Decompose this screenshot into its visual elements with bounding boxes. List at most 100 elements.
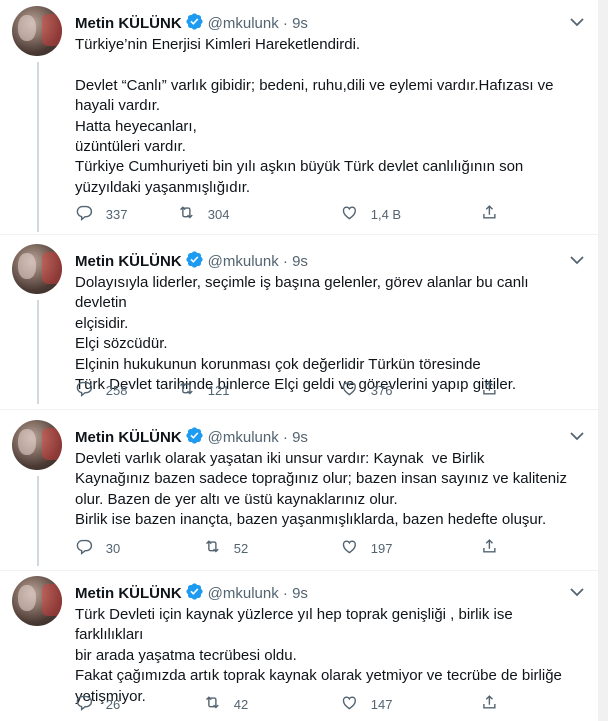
- tweet-text-line: olur. Bazen de yer altı ve üstü kaynakla…: [75, 490, 398, 508]
- share-icon: [480, 203, 499, 225]
- tweet-text-line: Türkiye’nin Enerjisi Kimleri Hareketlend…: [75, 36, 361, 53]
- tweet-actions: 30 52 197: [75, 538, 505, 558]
- retweet-button[interactable]: 42: [203, 694, 248, 714]
- reply-count: 30: [105, 540, 121, 556]
- like-button[interactable]: 376: [340, 380, 392, 400]
- tweet-text: Türk Devleti için kaynak yüzlerce yıl he…: [75, 605, 580, 707]
- tweet-text-line: Dolayısıyla liderler, seçimle iş başına …: [75, 274, 533, 312]
- tweet-divider: [0, 570, 598, 571]
- author-name[interactable]: Metin KÜLÜNK: [75, 15, 182, 32]
- tweet[interactable]: Metin KÜLÜNK @mkulunk · 9s Türkiye’nin En…: [0, 6, 598, 232]
- heart-icon: [340, 379, 359, 401]
- reply-count: 258: [105, 382, 128, 398]
- more-options-icon[interactable]: [566, 426, 588, 446]
- retweet-count: 52: [233, 540, 249, 556]
- author-handle[interactable]: @mkulunk: [208, 253, 279, 270]
- tweet-text-line: Hatta heyecanları,: [75, 117, 197, 135]
- tweet-text: Devleti varlık olarak yaşatan iki unsur …: [75, 449, 580, 531]
- author-handle[interactable]: @mkulunk: [208, 429, 279, 446]
- reply-icon: [75, 693, 94, 715]
- like-count: 1,4 B: [370, 206, 402, 222]
- retweet-icon: [177, 379, 196, 401]
- heart-icon: [340, 537, 359, 559]
- reply-button[interactable]: 337: [75, 204, 127, 224]
- thread-connector: [37, 300, 39, 404]
- retweet-icon: [177, 203, 196, 225]
- verified-badge-icon: [185, 250, 204, 275]
- avatar[interactable]: [12, 576, 62, 626]
- reply-button[interactable]: 26: [75, 694, 120, 714]
- author-handle[interactable]: @mkulunk: [208, 585, 279, 602]
- tweet[interactable]: Metin KÜLÜNK @mkulunk · 9s Devleti varlık…: [0, 420, 598, 566]
- thread-connector: [37, 476, 39, 566]
- reply-button[interactable]: 30: [75, 538, 120, 558]
- tweet-header: Metin KÜLÜNK @mkulunk · 9s: [75, 426, 308, 451]
- avatar[interactable]: [12, 244, 62, 294]
- share-icon: [480, 379, 499, 401]
- tweet-divider: [0, 234, 598, 235]
- tweet-text-line: Elçinin hukukunun korunması çok değerlid…: [75, 355, 481, 373]
- avatar[interactable]: [12, 420, 62, 470]
- tweet-text-line: [75, 55, 580, 75]
- retweet-button[interactable]: 52: [203, 538, 248, 558]
- verified-badge-icon: [185, 426, 204, 451]
- tweet-text-line: elçisidir.: [75, 314, 129, 332]
- tweet-text-line: üzüntüleri vardır.: [75, 138, 186, 156]
- more-options-icon[interactable]: [566, 250, 588, 270]
- retweet-count: 121: [207, 382, 230, 398]
- retweet-button[interactable]: 121: [177, 380, 229, 400]
- more-options-icon[interactable]: [566, 12, 588, 32]
- like-button[interactable]: 1,4 B: [340, 204, 401, 224]
- like-button[interactable]: 197: [340, 538, 392, 558]
- tweet-thread: Metin KÜLÜNK @mkulunk · 9s Türkiye’nin En…: [0, 0, 608, 721]
- tweet-divider: [0, 409, 598, 410]
- author-name[interactable]: Metin KÜLÜNK: [75, 585, 182, 602]
- share-button[interactable]: [480, 538, 499, 558]
- more-options-icon[interactable]: [566, 582, 588, 602]
- retweet-count: 42: [233, 696, 249, 712]
- like-button[interactable]: 147: [340, 694, 392, 714]
- share-button[interactable]: [480, 694, 499, 714]
- share-icon: [480, 693, 499, 715]
- tweet-text-line: Fakat çağımızda artık toprak kaynak olar…: [75, 667, 562, 685]
- reply-count: 26: [105, 696, 121, 712]
- tweet-timestamp[interactable]: 9s: [292, 253, 308, 270]
- tweet-text-line: Birlik ise bazen inançta, bazen yaşanmış…: [75, 511, 547, 529]
- share-button[interactable]: [480, 380, 499, 400]
- tweet-text-line: Türk Devleti için kaynak yüzlerce yıl he…: [75, 606, 517, 644]
- reply-icon: [75, 537, 94, 559]
- tweet-text-line: yüzyıldaki yaşanmışlığıdır.: [75, 178, 251, 196]
- tweet-timestamp[interactable]: 9s: [292, 429, 308, 446]
- tweet[interactable]: Metin KÜLÜNK @mkulunk · 9s Dolayısıyla li…: [0, 244, 598, 404]
- heart-icon: [340, 203, 359, 225]
- verified-badge-icon: [185, 582, 204, 607]
- author-name[interactable]: Metin KÜLÜNK: [75, 253, 182, 270]
- tweet-text-line: Elçi sözcüdür.: [75, 335, 168, 353]
- tweet-text-line: hayali vardır.: [75, 97, 161, 115]
- separator-dot: ·: [282, 253, 288, 270]
- tweet-header: Metin KÜLÜNK @mkulunk · 9s: [75, 582, 308, 607]
- tweet-text: Dolayısıyla liderler, seçimle iş başına …: [75, 273, 580, 395]
- tweet-text-line: bir arada yaşatma tecrübesi oldu.: [75, 646, 297, 664]
- tweet-timestamp[interactable]: 9s: [292, 15, 308, 32]
- retweet-count: 304: [207, 206, 230, 222]
- like-count: 147: [370, 696, 393, 712]
- share-icon: [480, 537, 499, 559]
- retweet-button[interactable]: 304: [177, 204, 229, 224]
- retweet-icon: [203, 537, 222, 559]
- scrollbar[interactable]: [598, 0, 608, 721]
- reply-button[interactable]: 258: [75, 380, 127, 400]
- tweet-header: Metin KÜLÜNK @mkulunk · 9s: [75, 250, 308, 275]
- heart-icon: [340, 693, 359, 715]
- tweet-timestamp[interactable]: 9s: [292, 585, 308, 602]
- tweet-header: Metin KÜLÜNK @mkulunk · 9s: [75, 12, 308, 37]
- share-button[interactable]: [480, 204, 499, 224]
- tweet[interactable]: Metin KÜLÜNK @mkulunk · 9s Türk Devleti i…: [0, 576, 598, 721]
- reply-icon: [75, 379, 94, 401]
- tweet-actions: 337 304 1,4 B: [75, 204, 505, 224]
- tweet-text: Türkiye’nin Enerjisi Kimleri Hareketlend…: [75, 35, 580, 198]
- author-name[interactable]: Metin KÜLÜNK: [75, 429, 182, 446]
- avatar[interactable]: [12, 6, 62, 56]
- author-handle[interactable]: @mkulunk: [208, 15, 279, 32]
- separator-dot: ·: [282, 15, 288, 32]
